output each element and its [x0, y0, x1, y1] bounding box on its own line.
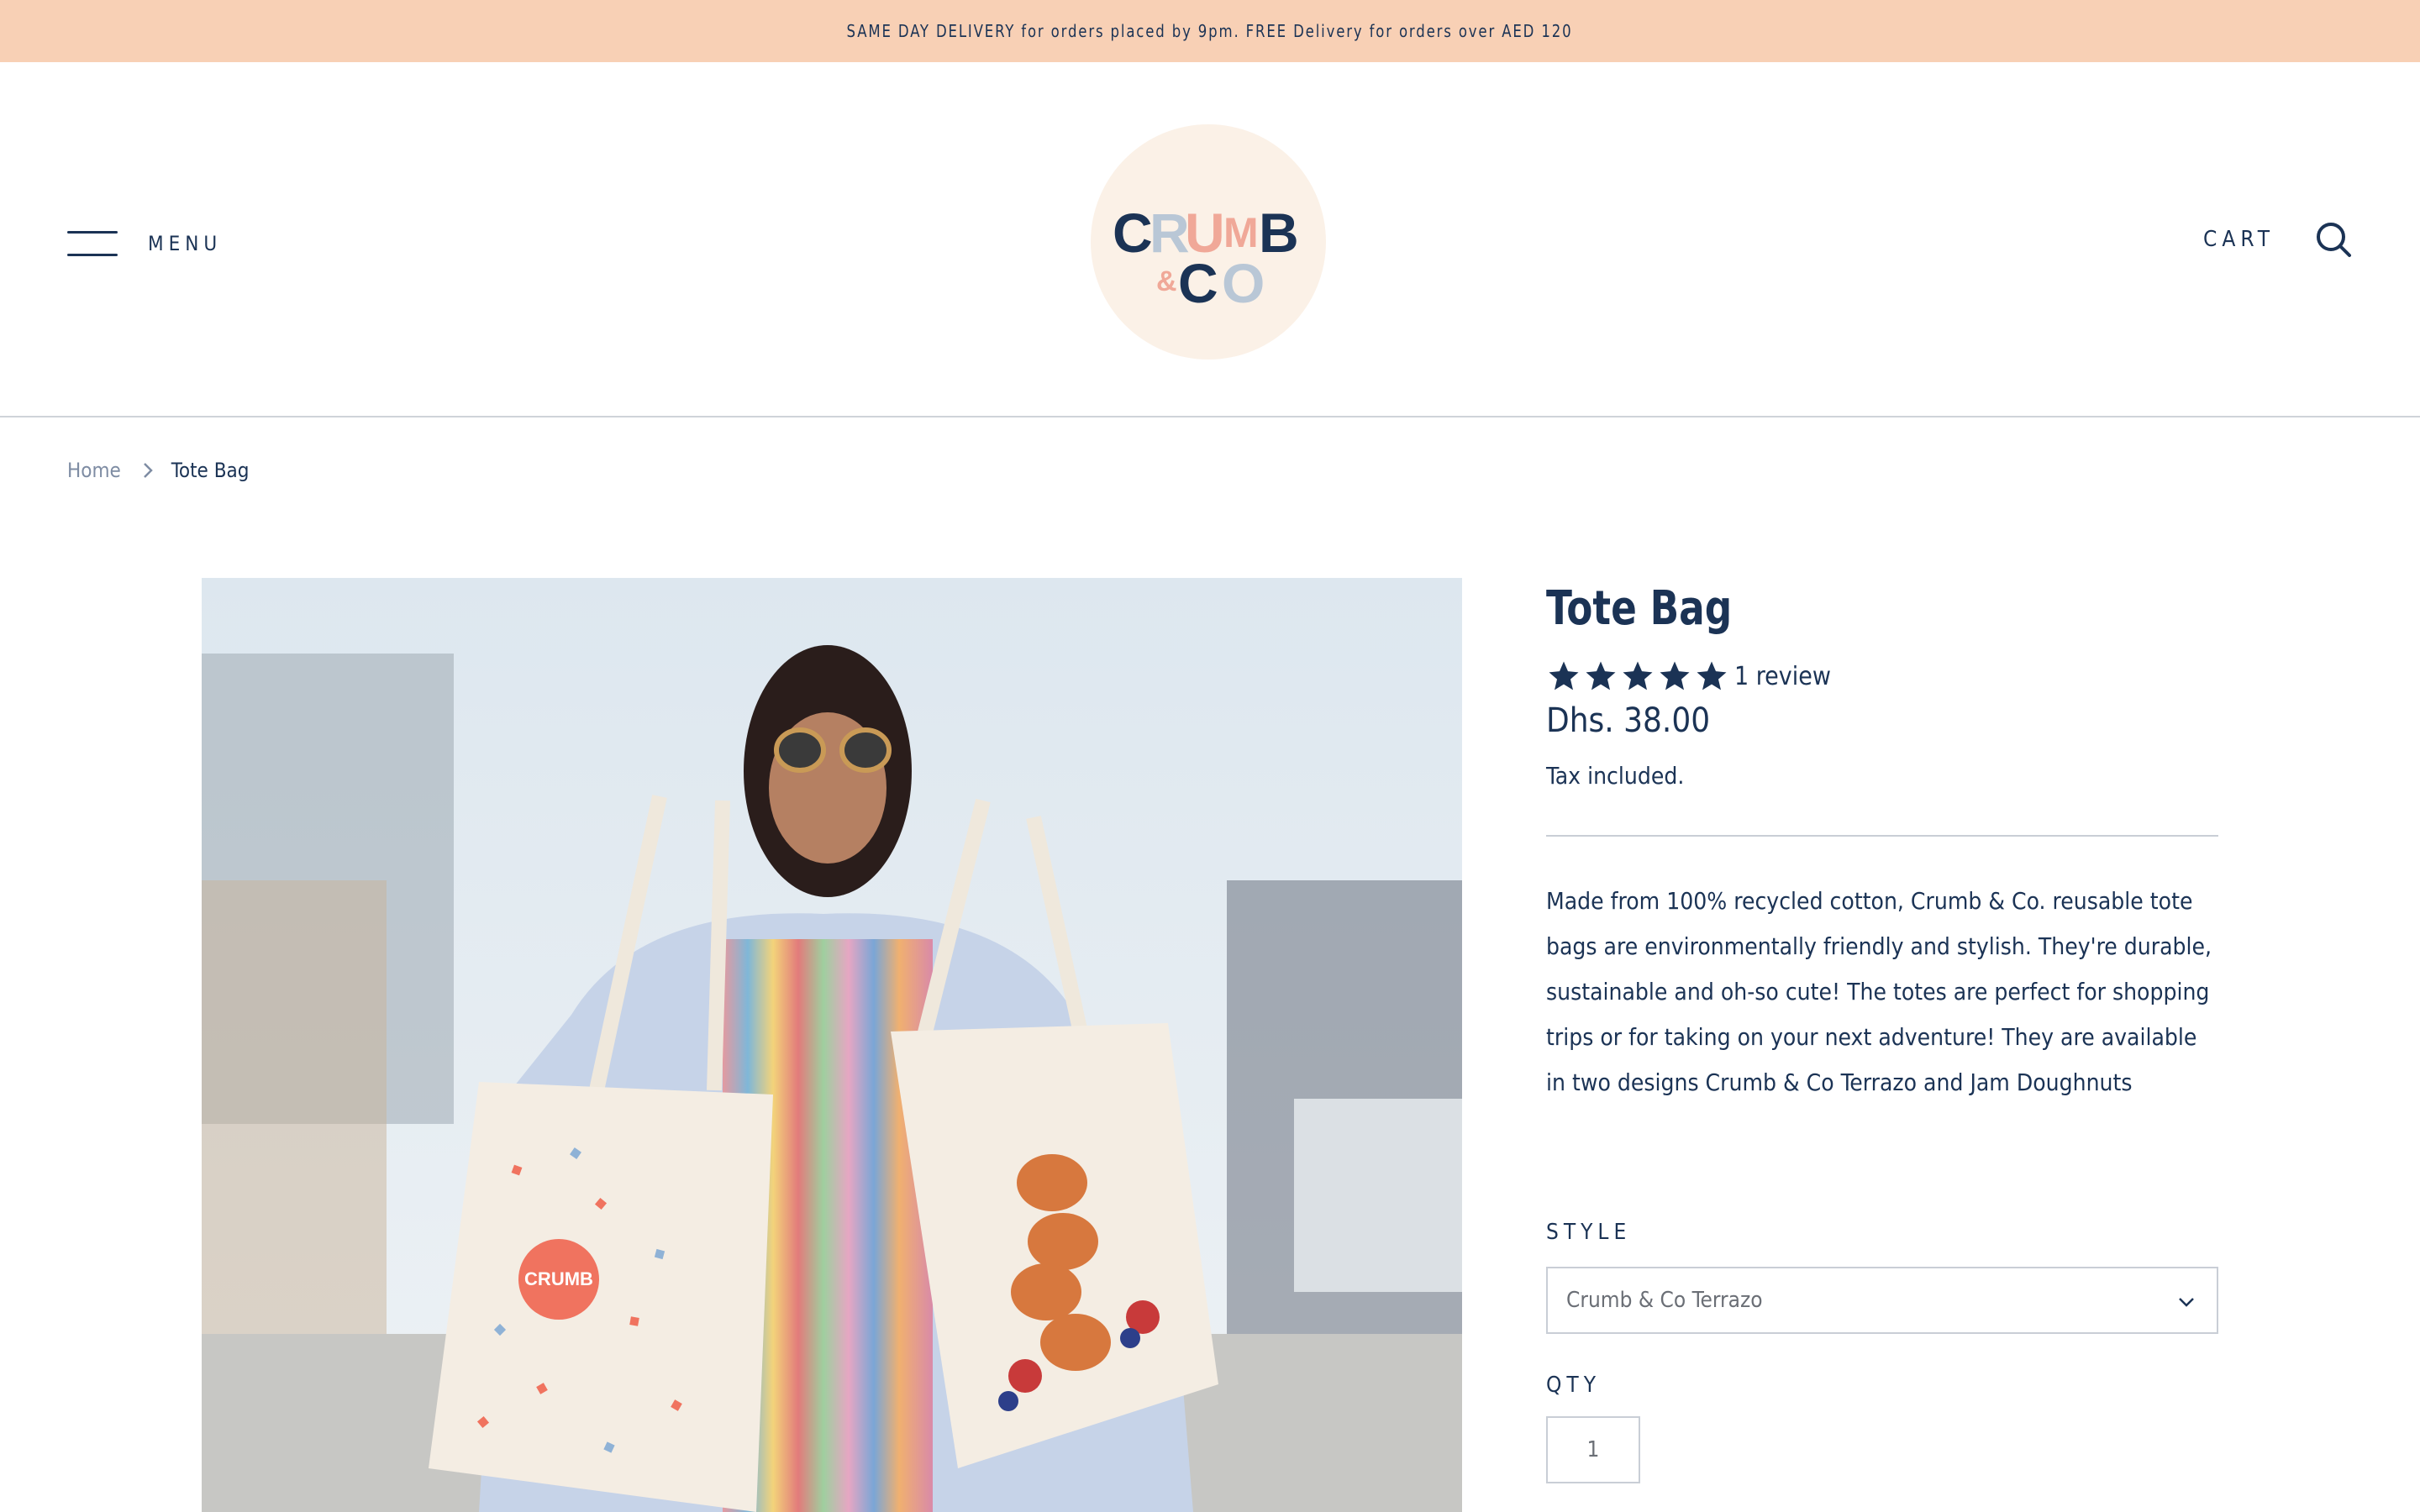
- star-icon: [1586, 661, 1616, 690]
- site-header: MENU C R U M B C O & CART: [0, 62, 2420, 417]
- review-count-link[interactable]: 1 review: [1734, 662, 1831, 691]
- breadcrumb-home-link[interactable]: Home: [67, 459, 121, 482]
- star-icon: [1697, 661, 1727, 690]
- star-icon: [1549, 661, 1579, 690]
- svg-text:&: &: [1156, 265, 1177, 297]
- announcement-bar: SAME DAY DELIVERY for orders placed by 9…: [0, 0, 2420, 62]
- logo-graphic: C R U M B C O &: [1113, 202, 1299, 314]
- cart-link[interactable]: CART: [2203, 227, 2275, 252]
- style-select[interactable]: Crumb & Co Terrazo: [1546, 1267, 2218, 1334]
- search-icon[interactable]: [2314, 220, 2353, 259]
- star-rating: [1546, 659, 1731, 693]
- svg-text:C: C: [1113, 202, 1153, 264]
- tax-note: Tax included.: [1546, 762, 1685, 790]
- star-icon: [1660, 661, 1690, 690]
- chevron-right-icon: [143, 463, 153, 478]
- product-title: Tote Bag: [1546, 581, 1733, 636]
- svg-text:CRUMB: CRUMB: [524, 1268, 593, 1289]
- svg-text:C: C: [1178, 252, 1218, 314]
- menu-button[interactable]: MENU: [67, 227, 222, 260]
- star-icon: [1623, 661, 1653, 690]
- product-description: Made from 100% recycled cotton, Crumb & …: [1546, 887, 2212, 1096]
- style-selected-value: Crumb & Co Terrazo: [1566, 1288, 1763, 1313]
- style-label: STYLE: [1546, 1220, 1632, 1245]
- product-info: Tote Bag 1 review Dhs. 38.00 Tax include…: [1546, 578, 2218, 1483]
- hamburger-icon: [67, 231, 118, 256]
- announcement-text: SAME DAY DELIVERY for orders placed by 9…: [847, 21, 1573, 41]
- product-image[interactable]: CRUMB: [202, 578, 1462, 1512]
- product-price: Dhs. 38.00: [1546, 701, 1711, 740]
- section-divider: [1546, 835, 2218, 837]
- qty-label: QTY: [1546, 1373, 1601, 1398]
- chevron-down-icon: [2179, 1298, 2194, 1307]
- product-rating[interactable]: 1 review: [1546, 659, 2218, 693]
- crumb-and-co-logo[interactable]: C R U M B C O &: [1091, 124, 1326, 360]
- menu-label: MENU: [148, 232, 223, 255]
- svg-text:O: O: [1222, 252, 1265, 314]
- breadcrumb-current: Tote Bag: [171, 459, 250, 482]
- breadcrumb: Home Tote Bag: [67, 459, 249, 482]
- svg-text:M: M: [1223, 209, 1259, 256]
- quantity-input[interactable]: 1: [1546, 1416, 1640, 1483]
